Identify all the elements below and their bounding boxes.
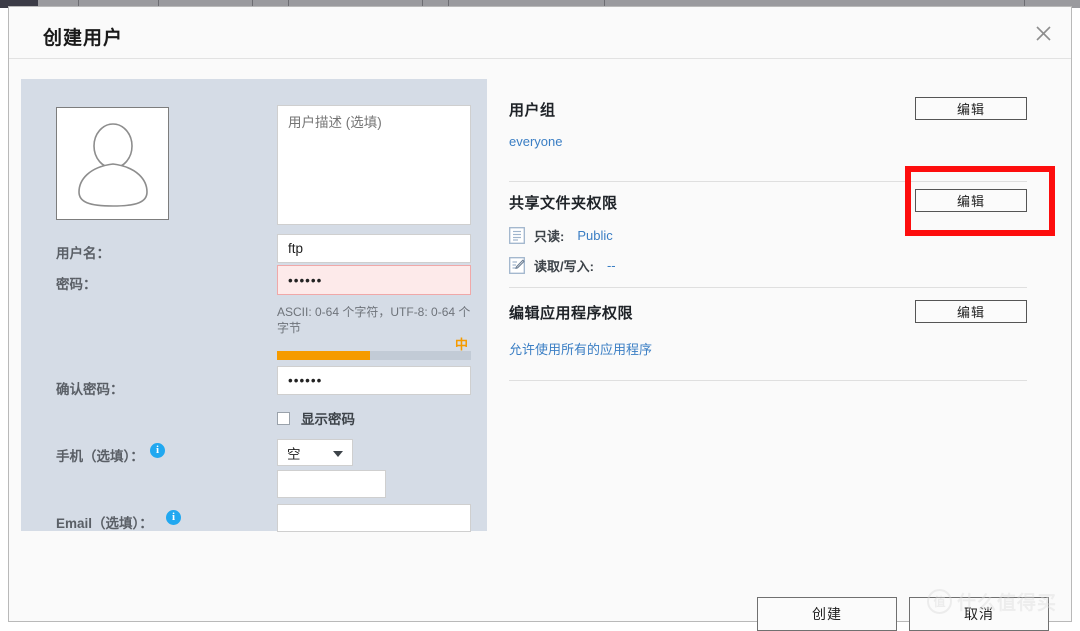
mobile-info-icon[interactable]: i — [150, 443, 165, 458]
mobile-label: 手机（选填）： — [56, 449, 144, 464]
avatar[interactable] — [56, 107, 169, 220]
username-input[interactable] — [277, 234, 471, 263]
cancel-button[interactable]: 取消 — [909, 597, 1049, 631]
permission-value[interactable]: -- — [607, 258, 616, 273]
user-avatar-icon — [77, 122, 148, 207]
email-label: Email（选填）： — [56, 516, 153, 531]
edit-user-group-button[interactable]: 编辑 — [915, 97, 1027, 120]
permission-row-read-only: 只读: Public — [509, 226, 613, 245]
edit-shared-folder-permission-button[interactable]: 编辑 — [915, 189, 1027, 212]
email-input[interactable] — [277, 504, 471, 532]
divider — [509, 181, 1027, 182]
edit-app-permission-button[interactable]: 编辑 — [915, 300, 1027, 323]
password-label: 密码： — [56, 277, 97, 292]
app-permission-value-link[interactable]: 允许使用所有的应用程序 — [509, 339, 652, 358]
create-user-dialog: 创建用户 用户名： 密码： ASCII: 0-64 个字符，UTF-8: 0-6… — [8, 6, 1072, 631]
read-write-document-icon — [509, 257, 525, 274]
password-strength-bar — [277, 351, 471, 360]
user-group-title: 用户组 — [509, 102, 556, 119]
confirm-password-input[interactable] — [277, 366, 471, 395]
mobile-number-input[interactable] — [277, 470, 386, 498]
confirm-password-label: 确认密码： — [56, 382, 124, 397]
divider — [509, 380, 1027, 381]
show-password-checkbox[interactable] — [277, 411, 290, 425]
show-password-checkbox-row[interactable]: 显示密码 — [277, 408, 355, 428]
password-hint: ASCII: 0-64 个字符，UTF-8: 0-64 个字节 — [277, 305, 471, 336]
email-info-icon[interactable]: i — [166, 510, 181, 525]
create-button[interactable]: 创建 — [757, 597, 897, 631]
mobile-country-select[interactable]: 空 — [277, 439, 353, 466]
app-permission-title: 编辑应用程序权限 — [509, 305, 634, 322]
permission-label: 读取/写入: — [534, 259, 594, 274]
mobile-country-value: 空 — [287, 446, 301, 462]
permission-value[interactable]: Public — [577, 228, 612, 243]
password-strength-fill — [277, 351, 371, 360]
shared-folder-title: 共享文件夹权限 — [509, 195, 618, 212]
show-password-label: 显示密码 — [301, 412, 355, 427]
chevron-down-icon — [333, 451, 343, 457]
page-title: 创建用户 — [43, 28, 124, 49]
dialog-titlebar: 创建用户 — [9, 7, 1071, 59]
permission-row-read-write: 读取/写入: -- — [509, 256, 616, 275]
permission-label: 只读: — [534, 229, 565, 244]
divider — [509, 287, 1027, 288]
user-group-value-link[interactable]: everyone — [509, 134, 562, 149]
read-only-document-icon — [509, 227, 525, 244]
user-description-input[interactable] — [277, 105, 471, 225]
user-info-panel: 用户名： 密码： ASCII: 0-64 个字符，UTF-8: 0-64 个字节… — [21, 79, 487, 532]
username-label: 用户名： — [56, 246, 110, 261]
password-input[interactable] — [277, 265, 471, 295]
close-icon[interactable] — [1027, 17, 1059, 49]
